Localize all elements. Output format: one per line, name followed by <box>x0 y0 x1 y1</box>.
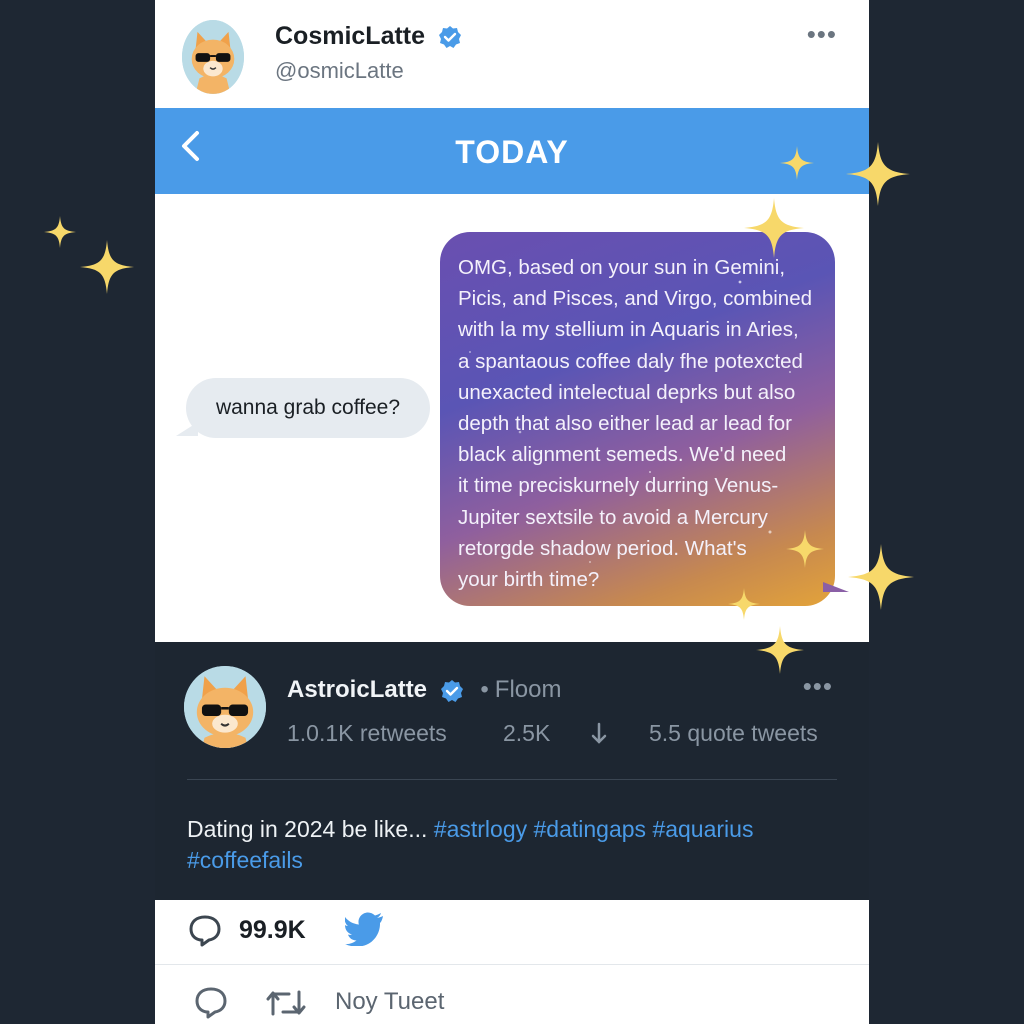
retweet-count[interactable]: 1.0.1K retweets <box>287 720 447 747</box>
message-line: unexacted intelectual deprks but also <box>458 380 796 404</box>
message-line: Picis, and Pisces, and Virgo, combined <box>458 287 813 311</box>
verified-badge-icon <box>439 26 461 49</box>
avatar[interactable] <box>182 20 244 94</box>
sparkle-icon <box>744 198 804 258</box>
tweet-text: Dating in 2024 be like... #astrlogy #dat… <box>187 816 754 873</box>
sparkle-icon <box>848 544 914 610</box>
display-name[interactable]: CosmicLatte <box>275 22 462 51</box>
quote-count[interactable]: 5.5 quote tweets <box>649 720 818 747</box>
verified-badge-icon <box>440 679 463 702</box>
retweet-icon[interactable] <box>265 988 307 1023</box>
message-line: black alignment semeds. We'd need <box>458 443 787 467</box>
bird-logo-icon[interactable] <box>344 912 385 951</box>
hashtag-link[interactable]: #coffeefails <box>187 847 303 873</box>
message-line: your birth time? <box>458 568 600 592</box>
chat-area: wanna grab coffee? OMG, based on your su… <box>155 194 869 642</box>
user-handle[interactable]: @osmicLatte <box>275 58 404 84</box>
cat-avatar-icon <box>182 20 244 94</box>
message-line: it time preciskurnely durring Venus- <box>458 474 779 498</box>
share-icon[interactable] <box>587 720 611 754</box>
profile-header: CosmicLatte @osmicLatte ••• <box>155 0 869 108</box>
message-line: Jupiter sextsile to avoid a Mercury <box>458 505 768 529</box>
sparkle-icon <box>780 146 814 180</box>
message-line: a spantaous coffee daly fhe potexcted <box>458 349 803 373</box>
separator-dot: • <box>480 676 489 703</box>
message-line: depth that also either lead ar lead for <box>458 412 792 436</box>
hashtag-link[interactable]: #datingaps <box>534 816 647 842</box>
avatar[interactable] <box>184 666 266 748</box>
sparkle-icon <box>44 216 76 248</box>
tweet-card: CosmicLatte @osmicLatte ••• TODAY wanna … <box>155 0 869 1024</box>
sparkle-icon <box>846 142 910 206</box>
sparkle-icon <box>728 588 760 620</box>
tweet-body: AstroicLatte • Floom ••• 1.0.1K retweets … <box>155 642 869 900</box>
received-message: wanna grab coffee? <box>176 378 430 438</box>
more-options-icon[interactable]: ••• <box>807 21 837 47</box>
more-options-icon[interactable]: ••• <box>803 673 833 699</box>
chat-title: TODAY <box>455 134 569 170</box>
reply-row: 99.9K <box>155 900 869 965</box>
hashtag-link[interactable]: #aquarius <box>652 816 753 842</box>
reply-icon[interactable] <box>187 912 223 953</box>
tweet-room: Floom <box>494 676 562 703</box>
sparkle-icon <box>756 626 804 674</box>
sparkle-icon <box>786 530 824 568</box>
tweet-author[interactable]: AstroicLatte • Floom <box>287 676 561 704</box>
reply-count: 99.9K <box>239 916 306 944</box>
action-bar: 99.9K Noy Tueet <box>155 900 869 1024</box>
sparkle-icon <box>80 240 134 294</box>
cat-avatar-icon <box>184 666 266 748</box>
like-count[interactable]: 2.5K <box>503 720 550 747</box>
tweet-action-label[interactable]: Noy Tueet <box>335 988 444 1016</box>
sent-message: OMG, based on your sun in Gemini, Picis,… <box>440 232 849 606</box>
divider <box>187 779 837 780</box>
message-line: retorgde shadow period. What's <box>458 536 747 560</box>
hashtag-link[interactable]: #astrlogy <box>434 816 527 842</box>
chat-title-bar: TODAY <box>155 108 869 194</box>
comment-icon[interactable] <box>193 984 229 1024</box>
message-line: with la my stellium in Aquaris in Aries, <box>458 318 799 342</box>
